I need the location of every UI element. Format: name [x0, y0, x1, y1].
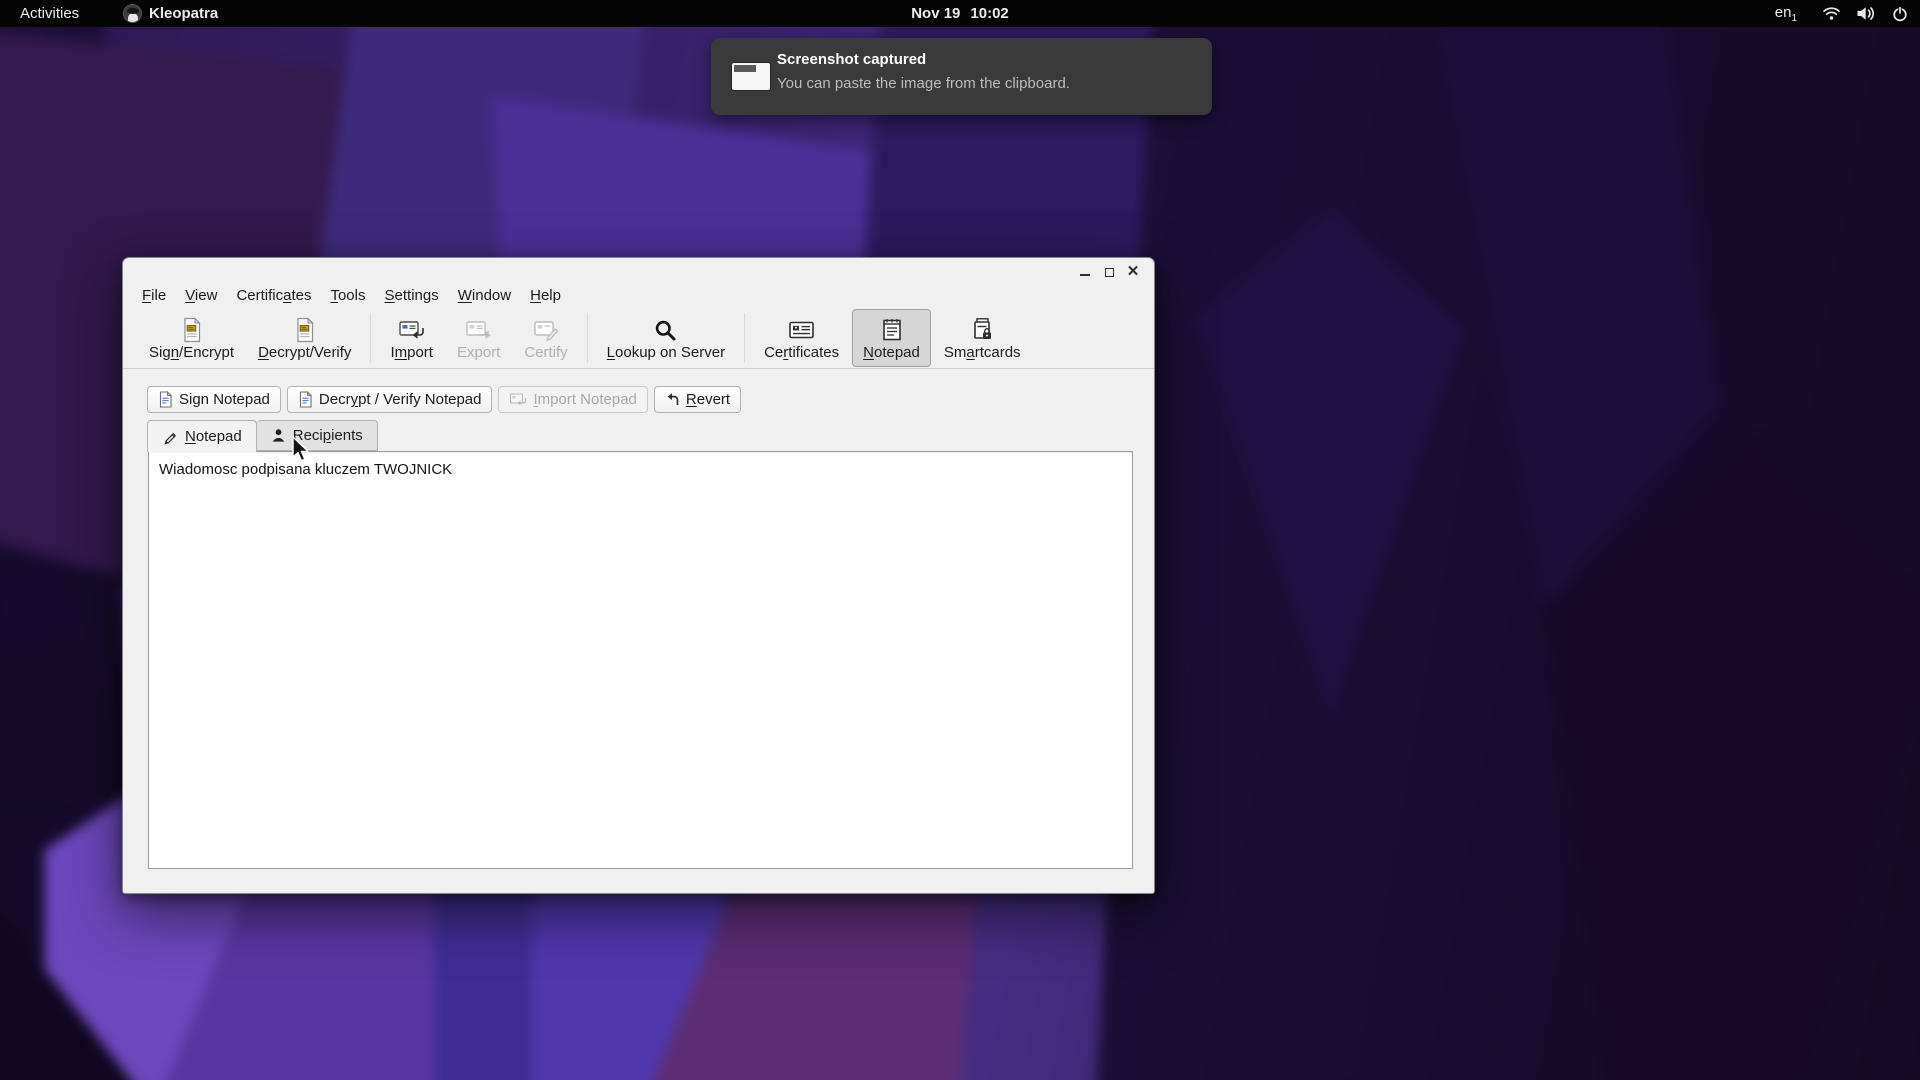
close-button[interactable]: ✕	[1126, 265, 1140, 279]
toolbar-certificates[interactable]: Certificates	[753, 309, 850, 367]
lookup-on-server-label: Lookup on Server	[607, 345, 725, 360]
certify-label: Certify	[524, 345, 567, 360]
clock-time: 10:02	[970, 0, 1008, 27]
certificates-icon	[788, 316, 815, 344]
revert-arrow-icon	[665, 392, 680, 407]
notepad-label: Notepad	[863, 345, 920, 360]
toolbar-sign-encrypt[interactable]: Sign/Encrypt	[138, 309, 245, 367]
toolbar-export: Export	[446, 309, 511, 367]
sign-notepad-button[interactable]: Sign Notepad	[147, 386, 281, 413]
notepad-icon	[881, 316, 903, 344]
smartcards-label: Smartcards	[944, 345, 1021, 360]
menu-file[interactable]: File	[140, 286, 168, 305]
decrypt-verify-notepad-label: Decrypt / Verify Notepad	[319, 391, 482, 408]
toolbar-smartcards[interactable]: Smartcards	[933, 309, 1032, 367]
keyboard-layout-indicator[interactable]: en1	[1775, 4, 1797, 24]
kleopatra-window: ✕ File View Certificates Tools Settings …	[122, 257, 1155, 894]
toolbar-import[interactable]: Import	[379, 309, 444, 367]
revert-button[interactable]: Revert	[654, 386, 741, 413]
pencil-icon	[162, 429, 178, 445]
screenshot-thumbnail-icon	[732, 63, 770, 90]
import-label: Import	[390, 345, 433, 360]
certificates-label: Certificates	[764, 345, 839, 360]
decrypt-verify-label: Decrypt/Verify	[258, 345, 351, 360]
import-notepad-button: Import Notepad	[498, 386, 647, 413]
notepad-textarea[interactable]: Wiadomosc podpisana kluczem TWOJNICK	[148, 451, 1133, 869]
window-controls: ✕	[1078, 264, 1140, 280]
minimize-button[interactable]	[1078, 265, 1092, 279]
tab-notepad[interactable]: Notepad	[147, 420, 257, 452]
revert-label: Revert	[686, 391, 730, 408]
menu-bar: File View Certificates Tools Settings Wi…	[140, 286, 563, 305]
sign-encrypt-label: Sign/Encrypt	[149, 345, 234, 360]
smartcards-icon	[971, 316, 993, 344]
notepad-tab-bar: Notepad Recipients	[147, 420, 378, 452]
app-menu-label: Kleopatra	[149, 5, 218, 22]
sign-notepad-label: Sign Notepad	[179, 391, 270, 408]
export-icon	[465, 316, 492, 344]
notification-body: You can paste the image from the clipboa…	[777, 75, 1070, 92]
screen: Activities Kleopatra Nov 19 10:02 en1	[0, 0, 1920, 1080]
import-icon	[509, 392, 527, 407]
decrypt-verify-notepad-button[interactable]: Decrypt / Verify Notepad	[287, 386, 493, 413]
power-icon[interactable]	[1892, 6, 1908, 22]
toolbar-certify: Certify	[513, 309, 578, 367]
system-status-area[interactable]: en1	[1775, 0, 1908, 27]
toolbar-lookup-on-server[interactable]: Lookup on Server	[596, 309, 736, 367]
toolbar-separator	[370, 313, 371, 363]
search-icon	[654, 316, 677, 344]
import-notepad-label: Import Notepad	[533, 391, 636, 408]
kleopatra-app-icon	[123, 4, 142, 23]
notepad-actions: Sign Notepad Decrypt / Verify Notepad	[147, 386, 741, 413]
decrypt-verify-icon	[293, 316, 317, 344]
document-icon	[158, 391, 173, 408]
document-icon	[298, 391, 313, 408]
notification-title: Screenshot captured	[777, 51, 926, 68]
clock-date: Nov 19	[911, 0, 960, 27]
menu-settings[interactable]: Settings	[383, 286, 441, 305]
volume-icon[interactable]	[1856, 6, 1877, 21]
menu-tools[interactable]: Tools	[328, 286, 367, 305]
main-toolbar: Sign/Encrypt Decrypt/Verify	[123, 308, 1154, 369]
maximize-button[interactable]	[1102, 265, 1116, 279]
notification-banner[interactable]: Screenshot captured You can paste the im…	[711, 38, 1212, 115]
toolbar-decrypt-verify[interactable]: Decrypt/Verify	[247, 309, 362, 367]
tab-recipients[interactable]: Recipients	[257, 420, 378, 451]
clock-button[interactable]: Nov 19 10:02	[911, 0, 1009, 27]
tab-notepad-label: Notepad	[185, 428, 242, 445]
certify-icon	[533, 316, 560, 344]
person-icon	[271, 428, 286, 443]
toolbar-separator	[744, 313, 745, 363]
wifi-icon[interactable]	[1822, 6, 1841, 21]
toolbar-separator	[587, 313, 588, 363]
sign-encrypt-icon	[180, 316, 204, 344]
export-label: Export	[457, 345, 500, 360]
menu-window[interactable]: Window	[456, 286, 513, 305]
menu-view[interactable]: View	[183, 286, 219, 305]
menu-help[interactable]: Help	[528, 286, 563, 305]
activities-button[interactable]: Activities	[14, 0, 85, 27]
top-bar: Activities Kleopatra Nov 19 10:02 en1	[0, 0, 1920, 27]
mouse-cursor	[291, 436, 313, 464]
toolbar-notepad[interactable]: Notepad	[852, 309, 931, 367]
import-icon	[398, 316, 425, 344]
app-menu-button[interactable]: Kleopatra	[123, 0, 218, 27]
menu-certificates[interactable]: Certificates	[234, 286, 313, 305]
